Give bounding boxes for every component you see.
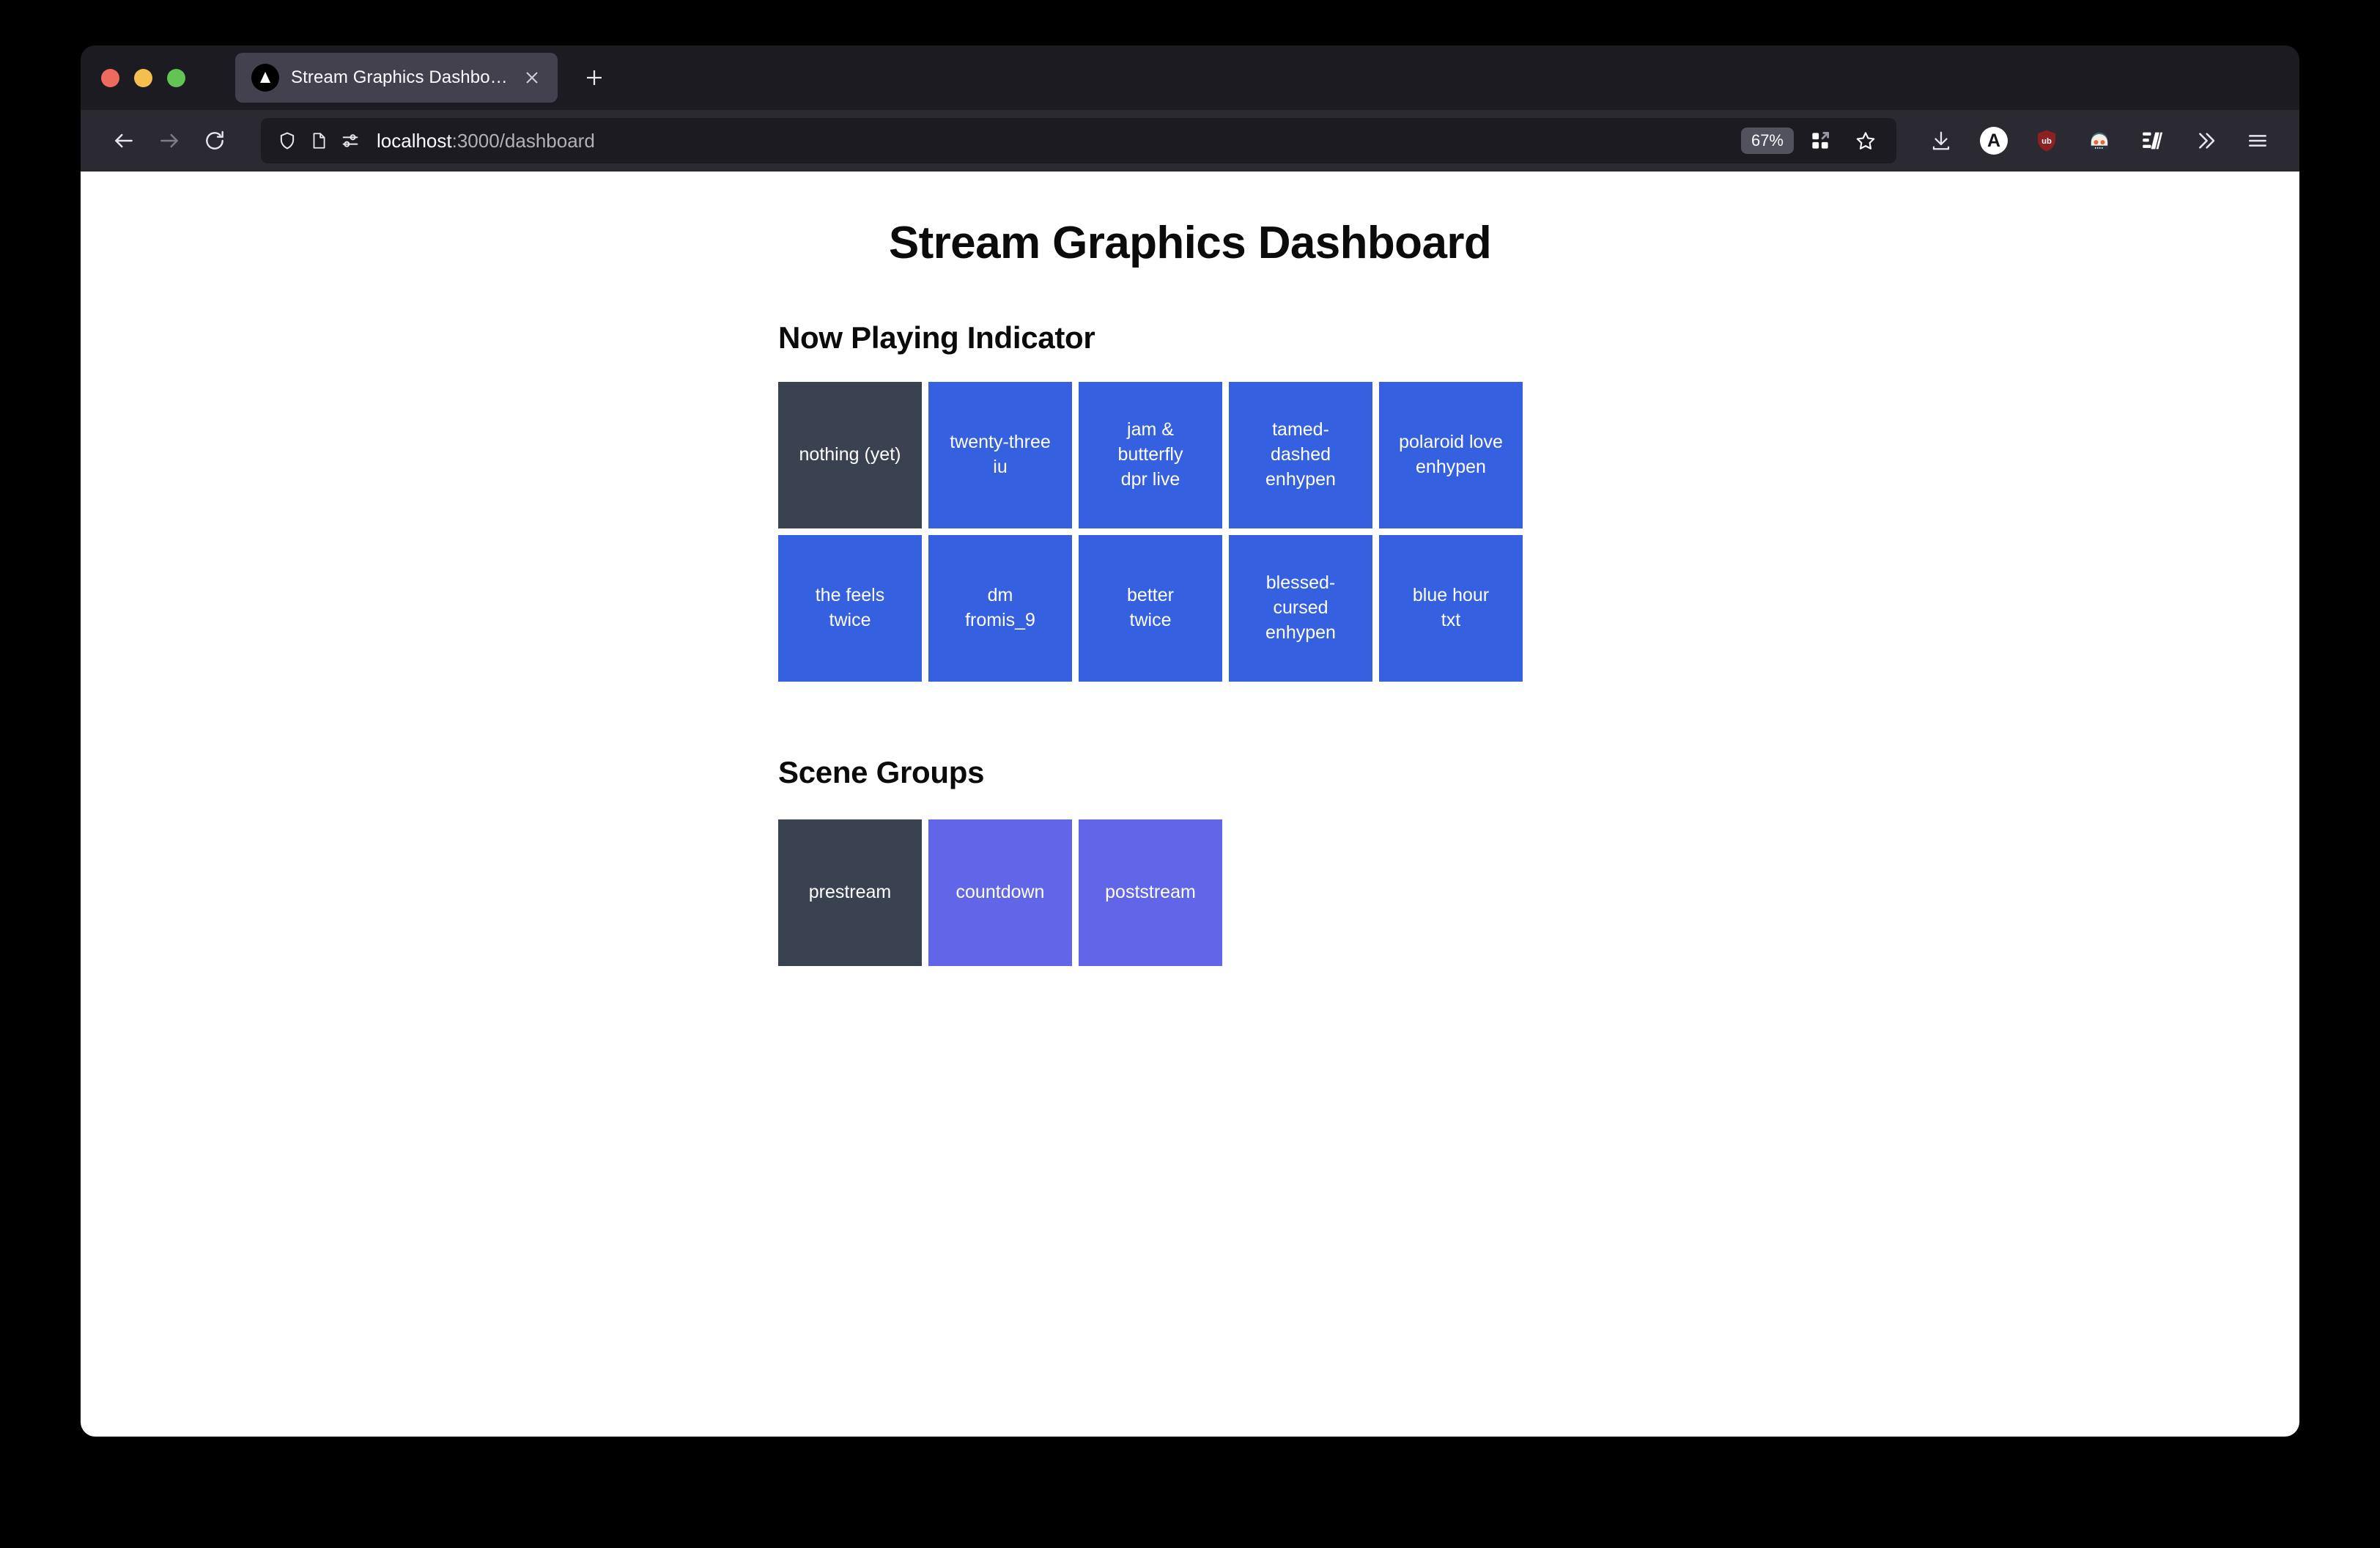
url-text[interactable]: localhost:3000/dashboard [377, 130, 1729, 152]
url-bar-actions: 67% [1740, 122, 1885, 160]
scene-group-tile[interactable]: poststream [1079, 819, 1222, 966]
scene-group-tile[interactable]: countdown [928, 819, 1072, 966]
reload-icon[interactable] [192, 118, 237, 163]
page-title: Stream Graphics Dashboard [888, 218, 1492, 268]
now-playing-tile-line: tamed- [1272, 419, 1329, 441]
now-playing-tile[interactable]: better twice [1079, 535, 1222, 682]
now-playing-tile-line: dm [987, 585, 1013, 606]
now-playing-tile-line: nothing (yet) [799, 444, 901, 465]
svg-text:ub: ub [2041, 137, 2052, 146]
now-playing-tile-line: fromis_9 [965, 610, 1035, 630]
new-tab-button[interactable] [575, 59, 613, 97]
download-icon[interactable] [1920, 119, 1962, 162]
now-playing-tile-line: butterfly [1117, 444, 1183, 465]
url-path: :3000/dashboard [451, 129, 595, 152]
minimize-window-button[interactable] [134, 68, 152, 87]
forward-arrow-icon[interactable] [147, 118, 192, 163]
avatar-glasses-icon[interactable] [2078, 119, 2121, 162]
shield-icon[interactable] [277, 130, 298, 151]
now-playing-tile-line: iu [993, 457, 1008, 477]
close-icon[interactable] [520, 65, 544, 90]
navigation-toolbar: localhost:3000/dashboard 67% A ub [81, 110, 2299, 172]
now-playing-tile-line: cursed [1273, 597, 1328, 619]
url-bar[interactable]: localhost:3000/dashboard 67% [261, 118, 1896, 163]
now-playing-tile-line: twice [829, 610, 871, 630]
section-scene-groups: Scene Groups prestream countdown poststrea… [778, 755, 2299, 966]
now-playing-tile[interactable]: polaroid love enhypen [1379, 382, 1523, 528]
scene-group-tile-line: poststream [1105, 882, 1196, 903]
now-playing-tile[interactable]: blue hour txt [1379, 535, 1523, 682]
now-playing-tile-grid: nothing (yet) twenty-three iu jam & butterfl… [778, 382, 1668, 682]
zoom-level-badge[interactable]: 67% [1740, 128, 1794, 154]
now-playing-tile-line: enhypen [1416, 457, 1486, 477]
sliders-icon[interactable] [340, 130, 361, 151]
triangle-logo-icon [251, 64, 279, 92]
tab-strip: Stream Graphics Dashboard [81, 45, 2299, 110]
now-playing-tile[interactable]: blessed-cursed enhypen [1229, 535, 1372, 682]
now-playing-tile[interactable]: dm fromis_9 [928, 535, 1072, 682]
hamburger-menu-icon[interactable] [2236, 119, 2279, 162]
toolbar-extensions: A ub [1912, 119, 2279, 162]
url-host: localhost [377, 129, 452, 152]
tab-title: Stream Graphics Dashboard [291, 67, 508, 87]
close-window-button[interactable] [101, 68, 119, 87]
now-playing-tile-line: polaroid love [1399, 432, 1503, 453]
stripes-editor-icon[interactable] [2131, 119, 2173, 162]
browser-tab-active[interactable]: Stream Graphics Dashboard [235, 53, 558, 103]
maximize-window-button[interactable] [167, 68, 185, 87]
now-playing-tile-line: enhypen [1265, 622, 1336, 643]
now-playing-tile-line: enhypen [1265, 468, 1336, 490]
scene-group-tile-line: countdown [956, 882, 1045, 903]
double-chevron-icon[interactable] [2184, 119, 2226, 162]
page-content: Stream Graphics Dashboard Now Playing In… [81, 172, 2299, 1437]
scene-group-tile[interactable]: prestream [778, 819, 922, 966]
now-playing-tile[interactable]: tamed-dashed enhypen [1229, 382, 1372, 528]
page-reader-icon[interactable] [309, 131, 328, 150]
now-playing-tile-line: twice [1129, 610, 1172, 630]
now-playing-tile-line: better [1127, 585, 1174, 606]
account-a-icon[interactable]: A [1973, 119, 2015, 162]
window-controls [101, 68, 185, 87]
now-playing-tile-line: jam & [1127, 419, 1174, 441]
ublock-shield-icon[interactable]: ub [2025, 119, 2068, 162]
now-playing-tile-line: the feels [815, 585, 885, 606]
scene-group-tile-line: prestream [808, 882, 892, 903]
section-heading-scene-groups: Scene Groups [778, 755, 985, 789]
now-playing-tile-line: blue hour [1412, 585, 1490, 606]
scene-groups-tile-grid: prestream countdown poststream [778, 819, 1668, 966]
now-playing-tile-line: dpr live [1120, 468, 1180, 490]
now-playing-tile-line: twenty-three [950, 432, 1051, 453]
section-now-playing: Now Playing Indicator nothing (yet) twent… [778, 320, 2299, 682]
now-playing-tile[interactable]: the feels twice [778, 535, 922, 682]
section-heading-now-playing: Now Playing Indicator [778, 320, 1095, 355]
now-playing-tile[interactable]: nothing (yet) [778, 382, 922, 528]
star-icon[interactable] [1847, 122, 1885, 160]
now-playing-tile-line: txt [1441, 610, 1461, 630]
now-playing-tile-line: blessed- [1265, 572, 1336, 594]
back-arrow-icon[interactable] [101, 118, 147, 163]
now-playing-tile[interactable]: twenty-three iu [928, 382, 1072, 528]
browser-window: Stream Graphics Dashboard localhost:3000… [81, 45, 2299, 1437]
now-playing-tile-line: dashed [1270, 444, 1331, 465]
now-playing-tile[interactable]: jam & butterfly dpr live [1079, 382, 1222, 528]
extensions-grid-icon[interactable] [1801, 122, 1839, 160]
